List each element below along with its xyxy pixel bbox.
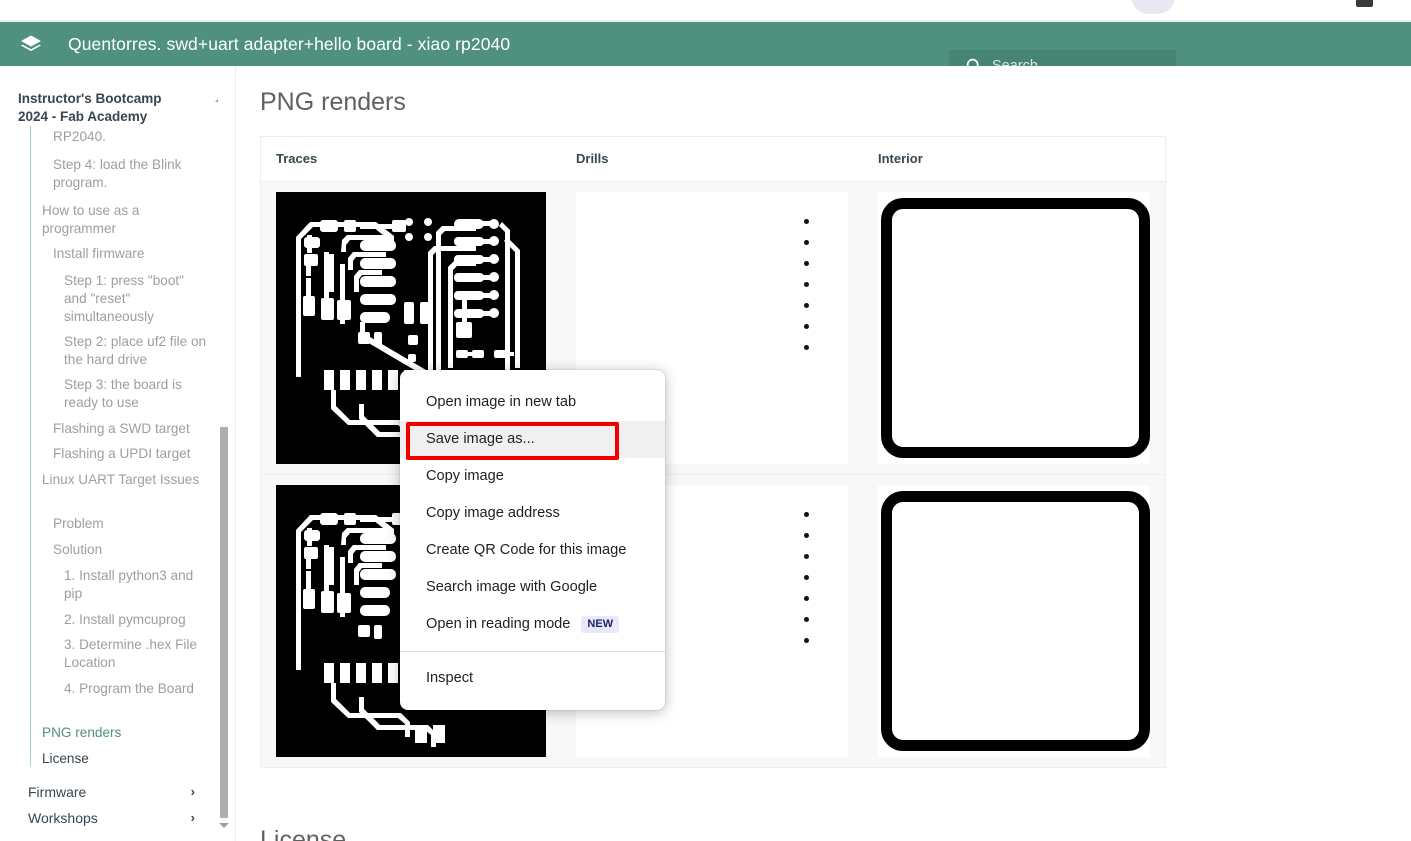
- layers-icon[interactable]: [19, 33, 43, 57]
- interior-cell: [863, 182, 1165, 474]
- table-row: [261, 182, 1165, 475]
- sidebar-title: Instructor's Bootcamp 2024 - Fab Academy: [18, 91, 162, 124]
- context-menu-item-copy-image-address[interactable]: Copy image address: [400, 495, 665, 532]
- drill-hole: [804, 282, 809, 287]
- license-heading: License: [260, 826, 347, 841]
- column-header-drills: Drills: [576, 151, 609, 166]
- context-menu-item-save-image-as[interactable]: Save image as...: [400, 421, 665, 458]
- sidebar-item-flashing-swd[interactable]: Flashing a SWD target: [0, 420, 210, 438]
- drill-hole: [804, 324, 809, 329]
- page-title: PNG renders: [260, 88, 406, 116]
- drill-hole: [804, 575, 809, 580]
- sidebar-item-install-pymcuprog[interactable]: 2. Install pymcuprog: [0, 611, 210, 629]
- sidebar-item-install-python3-pip[interactable]: 1. Install python3 and pip: [0, 567, 210, 603]
- sidebar-item-how-to-use-programmer[interactable]: How to use as a programmer: [0, 202, 210, 238]
- sidebar-item-step-1-boot-reset[interactable]: Step 1: press "boot" and "reset" simulta…: [0, 272, 210, 326]
- drill-hole: [804, 617, 809, 622]
- sidebar-item-license[interactable]: License: [0, 750, 210, 768]
- sidebar-item-png-renders[interactable]: PNG renders: [0, 724, 210, 742]
- interior-outline: [881, 198, 1150, 458]
- caret-down-icon[interactable]: [219, 823, 229, 828]
- drill-hole: [804, 638, 809, 643]
- sidebar-item-install-firmware[interactable]: Install firmware: [0, 245, 210, 263]
- sidebar-section-label: Workshops: [28, 810, 98, 826]
- context-menu-item-open-reading-mode[interactable]: Open in reading mode NEW: [400, 606, 665, 643]
- drill-hole: [804, 240, 809, 245]
- chevron-right-icon: ›: [190, 810, 195, 825]
- context-menu-item-open-image-new-tab[interactable]: Open image in new tab: [400, 384, 665, 421]
- chevron-right-icon: ›: [190, 784, 195, 799]
- context-menu-item-create-qr-code[interactable]: Create QR Code for this image: [400, 532, 665, 569]
- context-menu-item-copy-image[interactable]: Copy image: [400, 458, 665, 495]
- context-menu-item-label: Open in reading mode: [426, 616, 571, 632]
- sidebar-item-linux-uart-issues[interactable]: Linux UART Target Issues: [0, 471, 210, 489]
- sidebar-item-flashing-updi[interactable]: Flashing a UPDI target: [0, 445, 210, 463]
- column-header-interior: Interior: [878, 151, 923, 166]
- drill-hole: [804, 596, 809, 601]
- pcb-interior-image[interactable]: [878, 192, 1150, 464]
- drill-hole: [804, 219, 809, 224]
- pcb-interior-image[interactable]: [878, 485, 1150, 757]
- new-badge: NEW: [581, 615, 620, 633]
- sidebar-section-label: Firmware: [28, 784, 87, 800]
- drill-hole: [804, 345, 809, 350]
- sidebar-section-workshops[interactable]: Workshops ›: [0, 810, 219, 836]
- drill-hole: [804, 554, 809, 559]
- context-menu-item-inspect[interactable]: Inspect: [400, 660, 665, 697]
- sidebar-item-program-the-board[interactable]: 4. Program the Board: [0, 680, 210, 698]
- site-header: Quentorres. swd+uart adapter+hello board…: [0, 22, 1411, 82]
- column-header-traces: Traces: [276, 151, 318, 166]
- drill-hole: [804, 261, 809, 266]
- context-menu-item-search-with-google[interactable]: Search image with Google: [400, 569, 665, 606]
- sidebar-scrollbar-thumb[interactable]: [220, 427, 228, 818]
- browser-chrome-strip: [0, 0, 1411, 22]
- sidebar-navigation: Instructor's Bootcamp 2024 - Fab Academy…: [0, 66, 236, 841]
- drill-hole: [804, 512, 809, 517]
- sidebar-item-step-2-uf2[interactable]: Step 2: place uf2 file on the hard drive: [0, 333, 210, 369]
- sidebar-item-step-4-blink[interactable]: Step 4: load the Blink program.: [0, 156, 210, 192]
- browser-chrome-pill: [1131, 0, 1175, 14]
- page-title-header: Quentorres. swd+uart adapter+hello board…: [68, 34, 511, 54]
- image-context-menu: Open image in new tab Save image as... C…: [400, 370, 665, 710]
- drill-hole: [804, 533, 809, 538]
- sidebar-item-solution[interactable]: Solution: [0, 541, 210, 559]
- context-menu-separator: [400, 651, 665, 652]
- sidebar-item-problem[interactable]: Problem: [0, 515, 210, 533]
- png-renders-table: Traces Drills Interior: [260, 136, 1166, 768]
- drill-hole: [804, 303, 809, 308]
- sidebar-item-determine-hex-location[interactable]: 3. Determine .hex File Location: [0, 636, 210, 672]
- sidebar-item-rp2040[interactable]: RP2040.: [0, 128, 210, 146]
- interior-outline: [881, 491, 1150, 751]
- sidebar-section-firmware[interactable]: Firmware ›: [0, 784, 219, 810]
- table-header-row: Traces Drills Interior: [261, 137, 1165, 182]
- interior-cell: [863, 475, 1165, 767]
- sidebar-item-step-3-ready[interactable]: Step 3: the board is ready to use: [0, 376, 210, 412]
- browser-chrome-control[interactable]: [1356, 0, 1373, 7]
- table-row: [261, 475, 1165, 767]
